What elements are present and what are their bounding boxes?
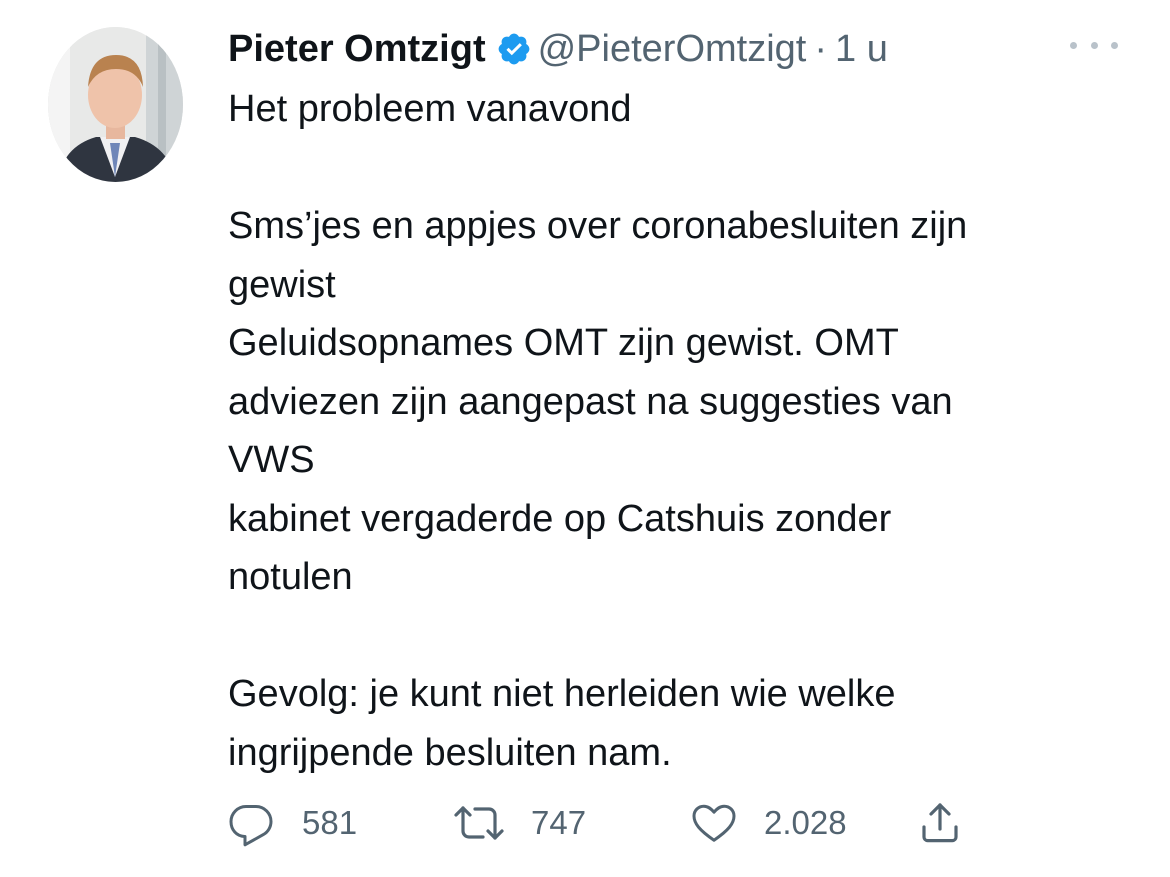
tweet-line: Het probleem vanavond [228, 88, 632, 130]
reply-icon [228, 799, 276, 847]
tweet-line: Gevolg: je kunt niet herleiden wie welke [228, 673, 896, 715]
dot [1070, 41, 1077, 49]
tweet-line: ingrijpende besluiten nam. [228, 731, 672, 774]
tweet-header: Pieter Omtzigt @PieterOmtzigt · 1 u [228, 24, 888, 74]
author-handle[interactable]: @PieterOmtzigt [538, 24, 807, 74]
tweet-actions: 581 747 2.028 [228, 798, 988, 848]
retweet-count: 747 [531, 804, 587, 841]
tweet-timestamp[interactable]: 1 u [835, 24, 888, 74]
tweet-line: Geluidsopnames OMT zijn gewist. OMT [228, 322, 899, 364]
share-icon [916, 799, 964, 847]
author-name[interactable]: Pieter Omtzigt [228, 24, 486, 74]
tweet-line [228, 139, 1128, 198]
header-separator: · [814, 28, 828, 70]
tweet-line: notulen [228, 556, 353, 598]
tweet-line: VWS [228, 439, 315, 481]
retweet-icon [453, 799, 505, 847]
reply-count: 581 [302, 804, 358, 841]
tweet-line: kabinet vergaderde op Catshuis zonder [228, 497, 892, 540]
verified-badge-icon [496, 31, 532, 67]
share-button[interactable] [916, 798, 964, 848]
tweet-line: Sms’jes en appjes over coronabesluiten z… [228, 205, 968, 247]
like-count: 2.028 [764, 804, 847, 841]
dot [1111, 41, 1118, 49]
tweet-line [228, 607, 1128, 666]
heart-icon [690, 799, 738, 847]
dot [1090, 41, 1098, 49]
tweet-line: adviezen zijn aangepast na suggesties va… [228, 380, 953, 423]
tweet-text: Het probleem vanavond Sms’jes en appjes … [228, 80, 1128, 782]
avatar[interactable] [48, 27, 183, 182]
like-button[interactable]: 2.028 [690, 798, 847, 848]
tweet-line: gewist [228, 263, 336, 306]
more-options-icon[interactable] [1070, 30, 1118, 60]
retweet-button[interactable]: 747 [453, 798, 586, 848]
reply-button[interactable]: 581 [228, 798, 357, 848]
